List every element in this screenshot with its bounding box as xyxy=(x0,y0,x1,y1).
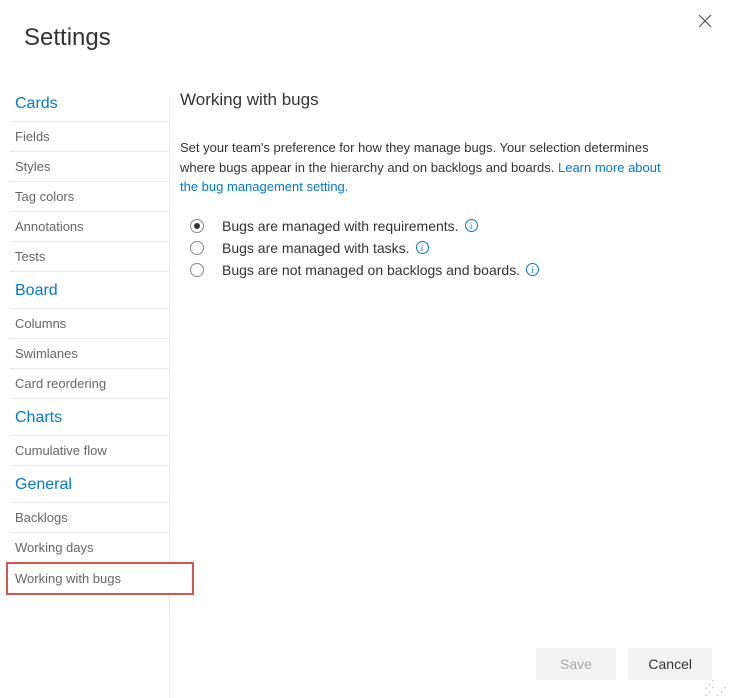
sidebar-item-working-days[interactable]: Working days xyxy=(10,532,169,562)
radio-icon xyxy=(190,263,204,277)
resize-grip-icon[interactable]: ⋰⋰⋰ xyxy=(704,682,728,696)
section-header-general: General xyxy=(10,465,169,502)
section-header-board: Board xyxy=(10,271,169,308)
content-area: Working with bugs Set your team's prefer… xyxy=(180,90,710,618)
sidebar-item-backlogs[interactable]: Backlogs xyxy=(10,502,169,532)
content-description: Set your team's preference for how they … xyxy=(180,138,680,197)
option-not-managed[interactable]: Bugs are not managed on backlogs and boa… xyxy=(180,259,710,281)
radio-icon xyxy=(190,219,204,233)
sidebar-item-tests[interactable]: Tests xyxy=(10,241,169,271)
option-label: Bugs are not managed on backlogs and boa… xyxy=(222,262,520,278)
option-label: Bugs are managed with tasks. xyxy=(222,240,410,256)
radio-icon xyxy=(190,241,204,255)
page-title: Settings xyxy=(24,24,111,52)
sidebar-item-fields[interactable]: Fields xyxy=(10,121,169,151)
info-icon[interactable]: i xyxy=(526,263,539,276)
sidebar: Cards Fields Styles Tag colors Annotatio… xyxy=(10,95,170,698)
cancel-button[interactable]: Cancel xyxy=(628,648,712,680)
close-icon xyxy=(698,14,712,28)
bug-options-group: Bugs are managed with requirements. i Bu… xyxy=(180,215,710,281)
info-icon[interactable]: i xyxy=(416,241,429,254)
option-label: Bugs are managed with requirements. xyxy=(222,218,459,234)
sidebar-item-styles[interactable]: Styles xyxy=(10,151,169,181)
info-icon[interactable]: i xyxy=(465,219,478,232)
section-header-cards: Cards xyxy=(10,95,169,121)
sidebar-item-working-with-bugs-highlight[interactable]: Working with bugs xyxy=(6,562,194,595)
sidebar-item-working-with-bugs[interactable]: Working with bugs xyxy=(15,571,172,586)
sidebar-item-columns[interactable]: Columns xyxy=(10,308,169,338)
sidebar-item-tag-colors[interactable]: Tag colors xyxy=(10,181,169,211)
sidebar-item-card-reordering[interactable]: Card reordering xyxy=(10,368,169,398)
close-button[interactable] xyxy=(698,14,712,31)
option-requirements[interactable]: Bugs are managed with requirements. i xyxy=(180,215,710,237)
sidebar-item-swimlanes[interactable]: Swimlanes xyxy=(10,338,169,368)
section-header-charts: Charts xyxy=(10,398,169,435)
sidebar-item-annotations[interactable]: Annotations xyxy=(10,211,169,241)
sidebar-item-cumulative-flow[interactable]: Cumulative flow xyxy=(10,435,169,465)
option-tasks[interactable]: Bugs are managed with tasks. i xyxy=(180,237,710,259)
save-button[interactable]: Save xyxy=(536,648,616,680)
content-heading: Working with bugs xyxy=(180,90,710,110)
footer-actions: Save Cancel xyxy=(528,648,712,680)
